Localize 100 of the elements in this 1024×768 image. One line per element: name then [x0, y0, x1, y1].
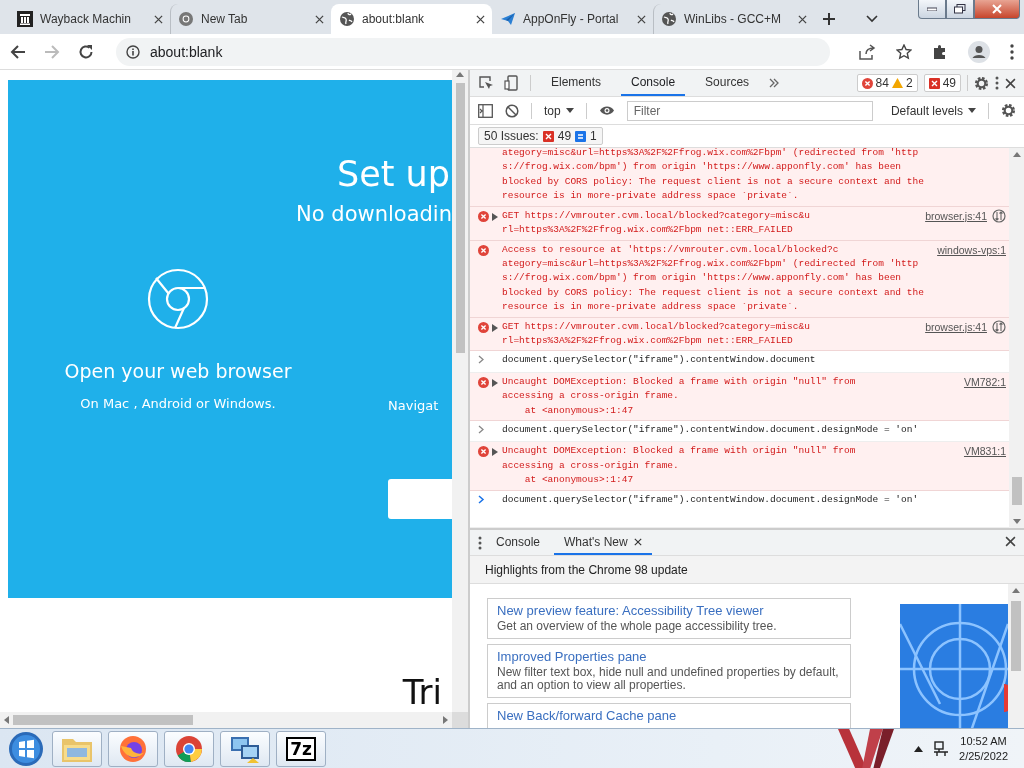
sidebar-icon[interactable]: [478, 103, 493, 118]
console-message: GET https://vmrouter.cvm.local/blocked?category=misc&u rl=https%3A%2F%2Ffrog.wix.com%2Fbpm net::ERR_FAILED: [502, 208, 811, 238]
chrome-icon: [147, 268, 209, 330]
network-request-icon[interactable]: [992, 208, 1006, 223]
eye-icon[interactable]: [598, 105, 615, 116]
prompt-icon: [478, 494, 485, 504]
chrome-icon[interactable]: [174, 733, 204, 764]
scroll-right-icon[interactable]: [443, 716, 448, 724]
log-levels-dropdown[interactable]: Default levels: [890, 103, 976, 118]
source-link[interactable]: browser.js:41: [925, 319, 987, 334]
close-icon[interactable]: [798, 14, 807, 24]
browser-tab[interactable]: about:blank: [331, 4, 492, 34]
close-icon[interactable]: [154, 14, 163, 24]
chevron-icon: [478, 355, 485, 365]
start-button[interactable]: [8, 730, 44, 767]
scroll-down-icon[interactable]: [1012, 519, 1021, 524]
scroll-up-icon[interactable]: [456, 72, 464, 77]
more-tabs-icon[interactable]: [769, 78, 780, 88]
hero-subheading: No downloadin: [296, 202, 452, 226]
info-icon[interactable]: [126, 44, 140, 59]
clock[interactable]: 10:52 AM 2/25/2022: [959, 733, 1008, 764]
source-link[interactable]: windows-vps:1: [937, 242, 1006, 257]
feature-title[interactable]: Improved Properties pane: [497, 649, 841, 664]
error-icon: [478, 244, 489, 256]
close-icon[interactable]: [633, 537, 642, 546]
browser-tab[interactable]: AppOnFly - Portal: [492, 4, 653, 34]
show-hidden-icons-icon[interactable]: [914, 745, 924, 752]
museum-icon: [17, 11, 33, 27]
expand-icon[interactable]: [492, 212, 498, 221]
feature-card[interactable]: New preview feature: Accessibility Tree viewer Get an overview of the whole page accessibility tree.: [487, 598, 851, 639]
console-scrollbar[interactable]: [1009, 148, 1024, 528]
console-message: ategory=misc&url=https%3A%2F%2Ffrog.wix.com%2Fbpm' (redirected from 'http s://frog.wix.com/bpm') from origin 'https://www.apponfly.com' has been blocked by CORS policy: The request client is not a secure context and the resource is in more-private address space `private`.: [502, 148, 925, 204]
horizontal-scrollbar[interactable]: [0, 712, 452, 728]
close-icon[interactable]: [315, 14, 324, 24]
drawer-scrollbar[interactable]: [1008, 584, 1024, 728]
drawer-menu-icon[interactable]: [478, 535, 482, 550]
scrollbar-thumb[interactable]: [1011, 477, 1022, 505]
warning-icon: [891, 78, 903, 88]
section-heading: Tri: [402, 672, 442, 712]
reload-icon[interactable]: [78, 43, 94, 60]
close-icon[interactable]: [1005, 535, 1016, 547]
settings-icon[interactable]: [1001, 103, 1016, 118]
more-options-icon[interactable]: [995, 76, 999, 90]
address-bar[interactable]: about:blank: [116, 37, 830, 66]
filter-field[interactable]: Filter: [626, 100, 873, 121]
close-icon[interactable]: [476, 14, 485, 24]
error-warning-counter[interactable]: 84 2: [856, 74, 918, 92]
caret-icon: [968, 108, 976, 113]
clear-console-icon[interactable]: [505, 103, 519, 118]
maximize-button[interactable]: [946, 0, 974, 19]
scrollbar-thumb[interactable]: [455, 83, 465, 353]
scroll-left-icon[interactable]: [4, 716, 9, 724]
console-command: document.querySelector("iframe").contentWindow.document.designMode = 'on': [502, 422, 920, 437]
source-link[interactable]: VM782:1: [963, 374, 1006, 390]
inspect-icon[interactable]: [478, 75, 494, 91]
devtools-tab[interactable]: Sources: [695, 70, 760, 96]
source-link[interactable]: browser.js:41: [925, 208, 987, 224]
scroll-up-icon[interactable]: [1012, 152, 1021, 157]
firefox-icon[interactable]: [118, 733, 148, 764]
device-icon[interactable]: [504, 75, 520, 91]
close-icon[interactable]: [1005, 77, 1016, 89]
expand-icon[interactable]: [492, 378, 498, 387]
new-tab-icon[interactable]: [822, 12, 836, 26]
issues-button[interactable]: 50 Issues: 49 1: [478, 127, 603, 145]
feature-title[interactable]: New preview feature: Accessibility Tree viewer: [497, 603, 841, 618]
context-selector[interactable]: top: [544, 103, 574, 118]
scrollbar-thumb[interactable]: [1011, 601, 1021, 671]
back-icon[interactable]: [10, 43, 26, 60]
close-icon[interactable]: [637, 14, 646, 24]
share-icon[interactable]: [858, 43, 876, 60]
source-link[interactable]: VM831:1: [963, 444, 1006, 459]
vertical-scrollbar[interactable]: [452, 70, 468, 712]
settings-icon[interactable]: [974, 75, 989, 91]
network-request-icon[interactable]: [992, 319, 1006, 334]
devtools-tab[interactable]: Elements: [541, 70, 612, 96]
drawer-tab[interactable]: Console: [486, 530, 551, 555]
console-command: document.querySelector("iframe").contentWindow.document: [502, 353, 817, 368]
tab-search-icon[interactable]: [866, 15, 878, 23]
minimize-button[interactable]: [918, 0, 946, 19]
caret-icon: [565, 108, 574, 113]
expand-icon[interactable]: [492, 323, 498, 332]
window-close-button[interactable]: [974, 0, 1020, 19]
step-text: Navigat: [388, 398, 440, 413]
profile-icon[interactable]: [968, 40, 990, 63]
console-input[interactable]: document.querySelector("iframe").contentWindow.document.designMode = 'on': [502, 492, 1002, 509]
network-icon[interactable]: [933, 740, 950, 757]
browser-tab[interactable]: Wayback Machin: [10, 4, 170, 34]
taskbar-app[interactable]: 7z: [276, 730, 326, 767]
feature-card[interactable]: Improved Properties pane New filter text box, hide null and undefined properties by default, and an option to view all properties.: [487, 644, 851, 698]
star-icon[interactable]: [896, 43, 912, 60]
issues-counter[interactable]: 49: [923, 74, 961, 92]
feature-title[interactable]: New Back/forward Cache pane: [497, 708, 841, 723]
scroll-up-icon[interactable]: [1012, 588, 1020, 593]
puzzle-icon[interactable]: [932, 43, 948, 60]
menu-icon[interactable]: [1010, 43, 1014, 60]
scrollbar-corner: [452, 712, 468, 728]
expand-icon[interactable]: [492, 448, 498, 457]
error-icon: [478, 446, 489, 458]
error-icon: [478, 210, 489, 222]
scrollbar-thumb[interactable]: [13, 715, 193, 725]
